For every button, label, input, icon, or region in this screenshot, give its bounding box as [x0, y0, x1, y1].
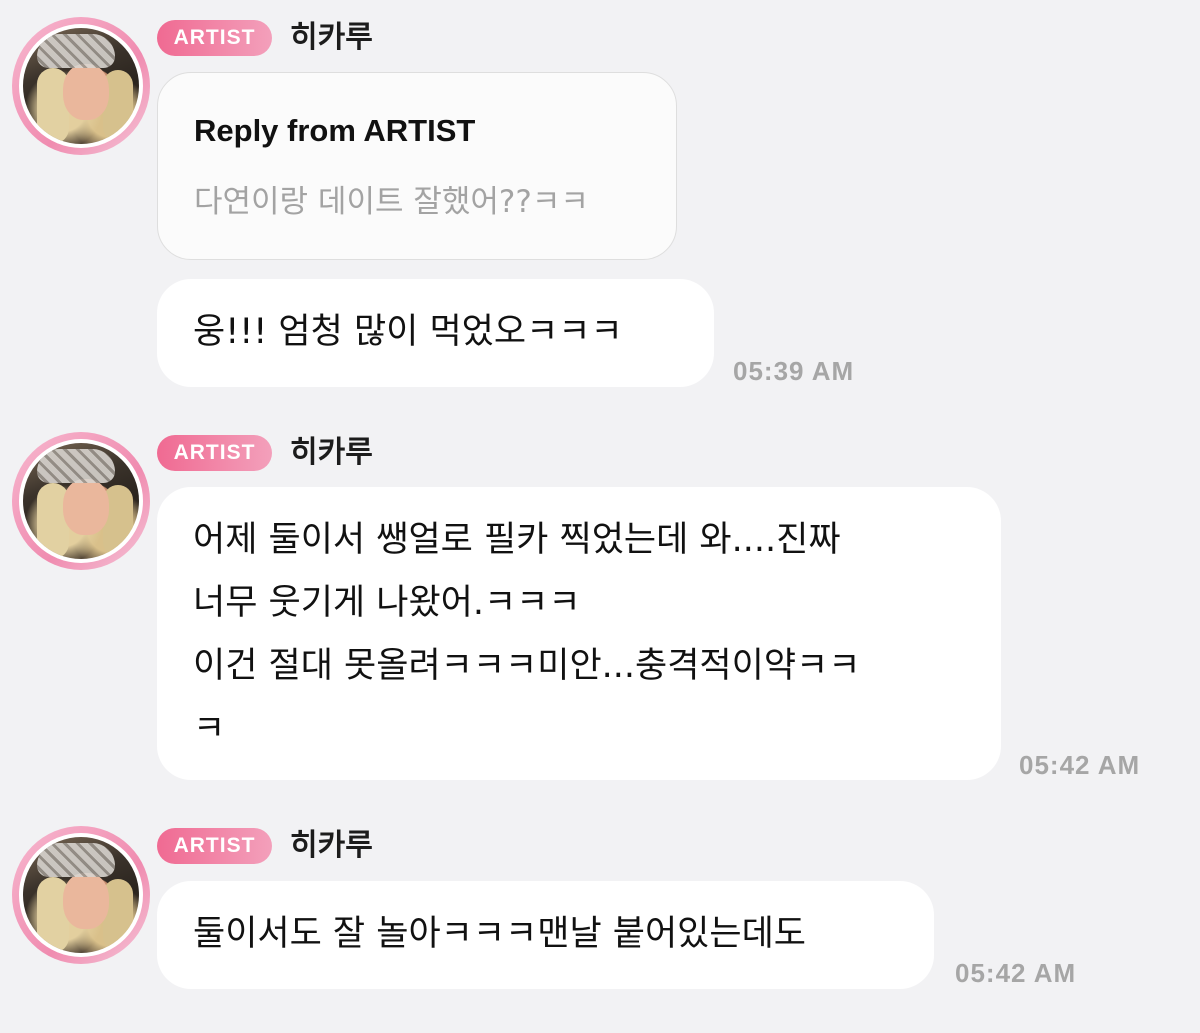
message-text: 웅!!! 엄청 많이 먹었오ㅋㅋㅋ: [193, 312, 623, 352]
message-line: 너무 웃기게 나왔어.ㅋㅋㅋ: [193, 583, 581, 623]
username[interactable]: 히카루: [290, 433, 373, 473]
message-timestamp: 05:39 AM: [733, 356, 855, 386]
avatar-photo: [23, 28, 139, 144]
message-bubble[interactable]: 어제 둘이서 쌩얼로 필카 찍었는데 와....진짜 너무 웃기게 나왔어.ㅋㅋ…: [157, 487, 1001, 780]
message-bubble[interactable]: 웅!!! 엄청 많이 먹었오ㅋㅋㅋ: [157, 279, 714, 387]
message-line: 이건 절대 못올려ㅋㅋㅋ미안...충격적이약ㅋㅋ: [193, 646, 861, 686]
username[interactable]: 히카루: [290, 826, 373, 866]
reply-bubble[interactable]: Reply from ARTIST 다연이랑 데이트 잘했어??ㅋㅋ: [157, 72, 677, 260]
username[interactable]: 히카루: [290, 18, 373, 58]
artist-avatar[interactable]: [12, 826, 150, 964]
artist-avatar[interactable]: [12, 432, 150, 570]
artist-badge: ARTIST: [157, 20, 272, 56]
artist-avatar[interactable]: [12, 17, 150, 155]
reply-quote: 다연이랑 데이트 잘했어??ㅋㅋ: [194, 184, 589, 220]
message-timestamp: 05:42 AM: [1019, 750, 1141, 780]
artist-badge: ARTIST: [157, 435, 272, 471]
message-line: 어제 둘이서 쌩얼로 필카 찍었는데 와....진짜: [193, 520, 841, 560]
avatar-photo: [23, 837, 139, 953]
artist-badge: ARTIST: [157, 828, 272, 864]
message-line: ㅋ: [193, 709, 226, 749]
avatar-photo: [23, 443, 139, 559]
message-timestamp: 05:42 AM: [955, 958, 1077, 988]
reply-title: Reply from ARTIST: [194, 113, 476, 148]
message-text: 둘이서도 잘 놀아ㅋㅋㅋ맨날 붙어있는데도: [193, 914, 806, 954]
message-bubble[interactable]: 둘이서도 잘 놀아ㅋㅋㅋ맨날 붙어있는데도: [157, 881, 934, 989]
